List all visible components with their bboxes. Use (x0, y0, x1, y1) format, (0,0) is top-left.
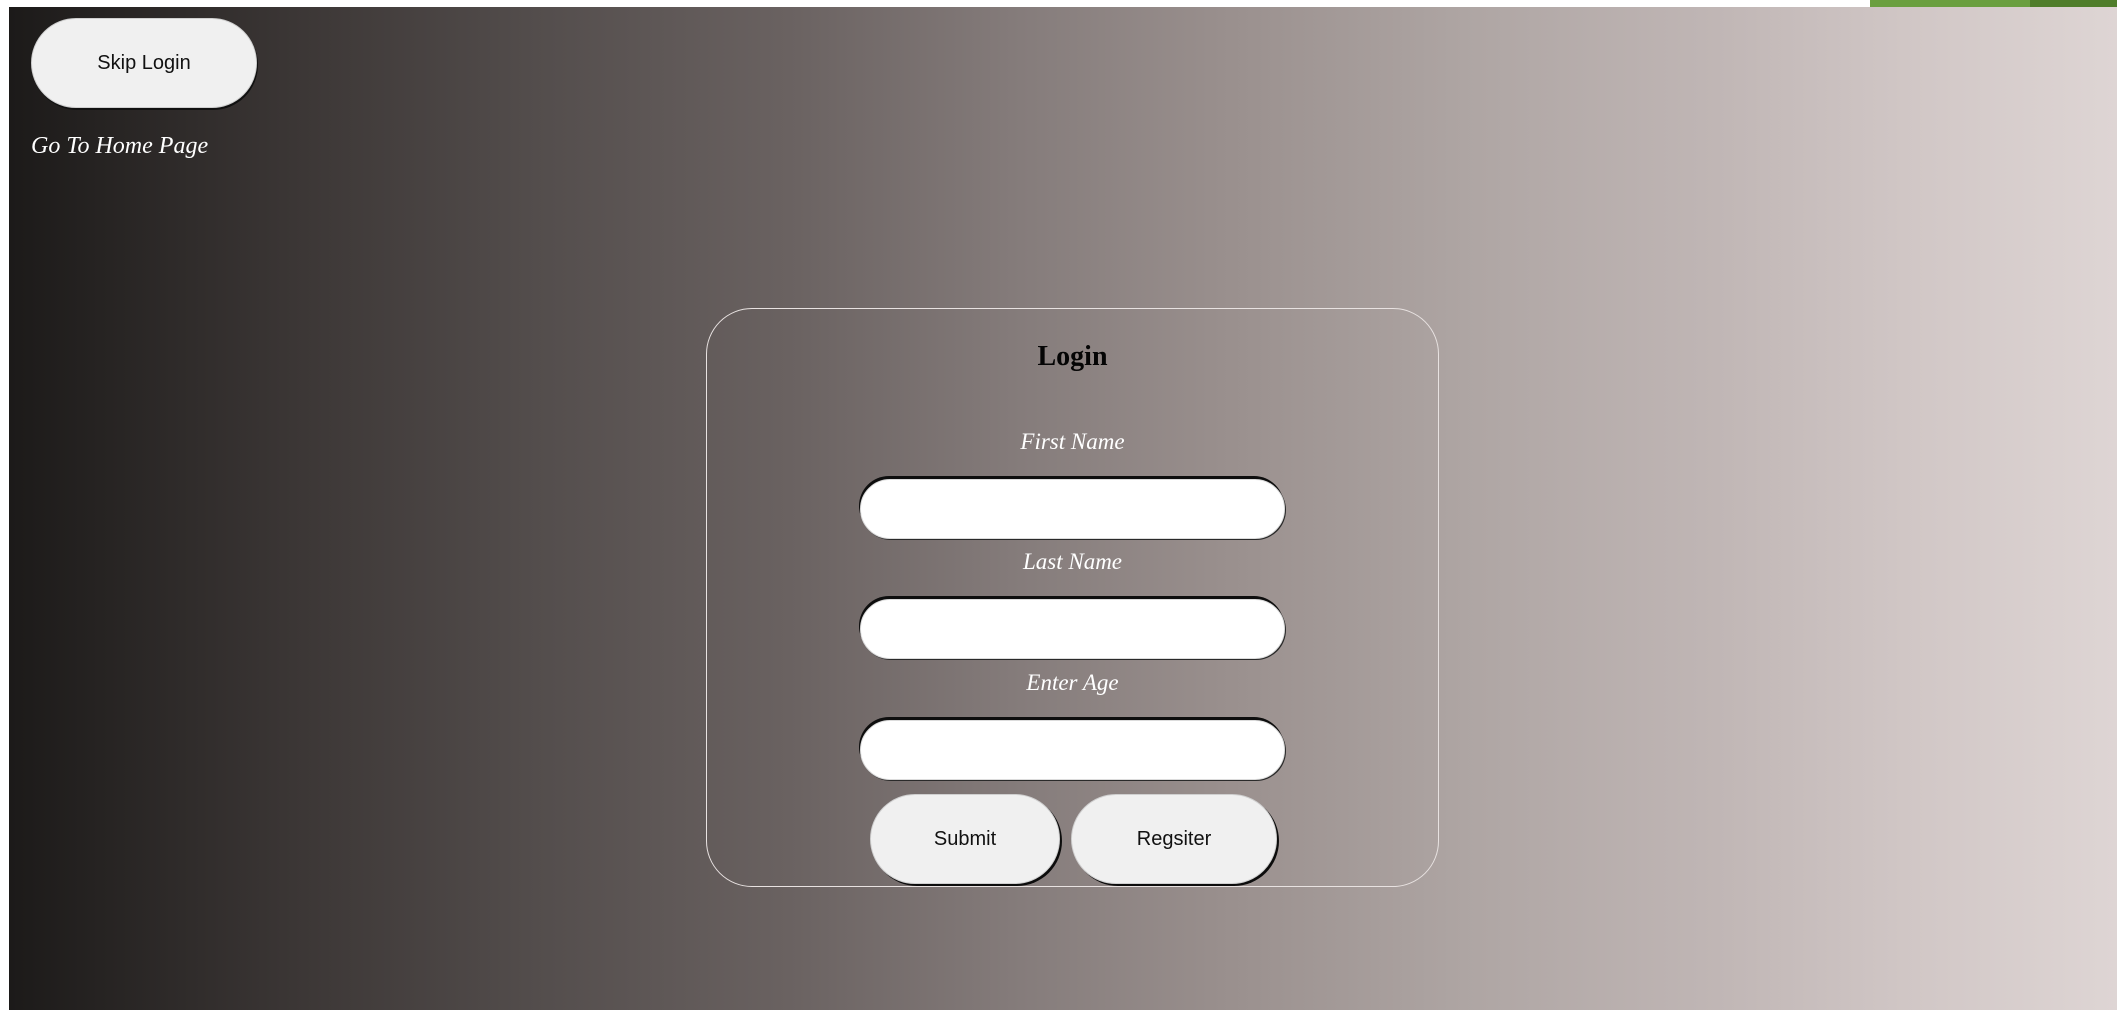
skip-login-button[interactable]: Skip Login (31, 18, 257, 108)
last-name-input[interactable] (860, 599, 1285, 659)
enter-age-label: Enter Age (1026, 670, 1119, 695)
go-to-home-page-link[interactable]: Go To Home Page (31, 133, 208, 160)
register-button[interactable]: Regsiter (1071, 794, 1277, 884)
age-input[interactable] (860, 720, 1285, 780)
page-background: Skip Login Go To Home Page Login First N… (9, 7, 2117, 1010)
login-card: Login First Name Last Name Enter Age Sub… (706, 308, 1439, 887)
first-name-input[interactable] (860, 479, 1285, 539)
login-title: Login (1037, 341, 1108, 372)
page: Skip Login Go To Home Page Login First N… (0, 0, 2117, 1010)
last-name-label: Last Name (1022, 549, 1123, 574)
submit-button[interactable]: Submit (870, 794, 1060, 884)
first-name-label: First Name (1020, 429, 1125, 454)
